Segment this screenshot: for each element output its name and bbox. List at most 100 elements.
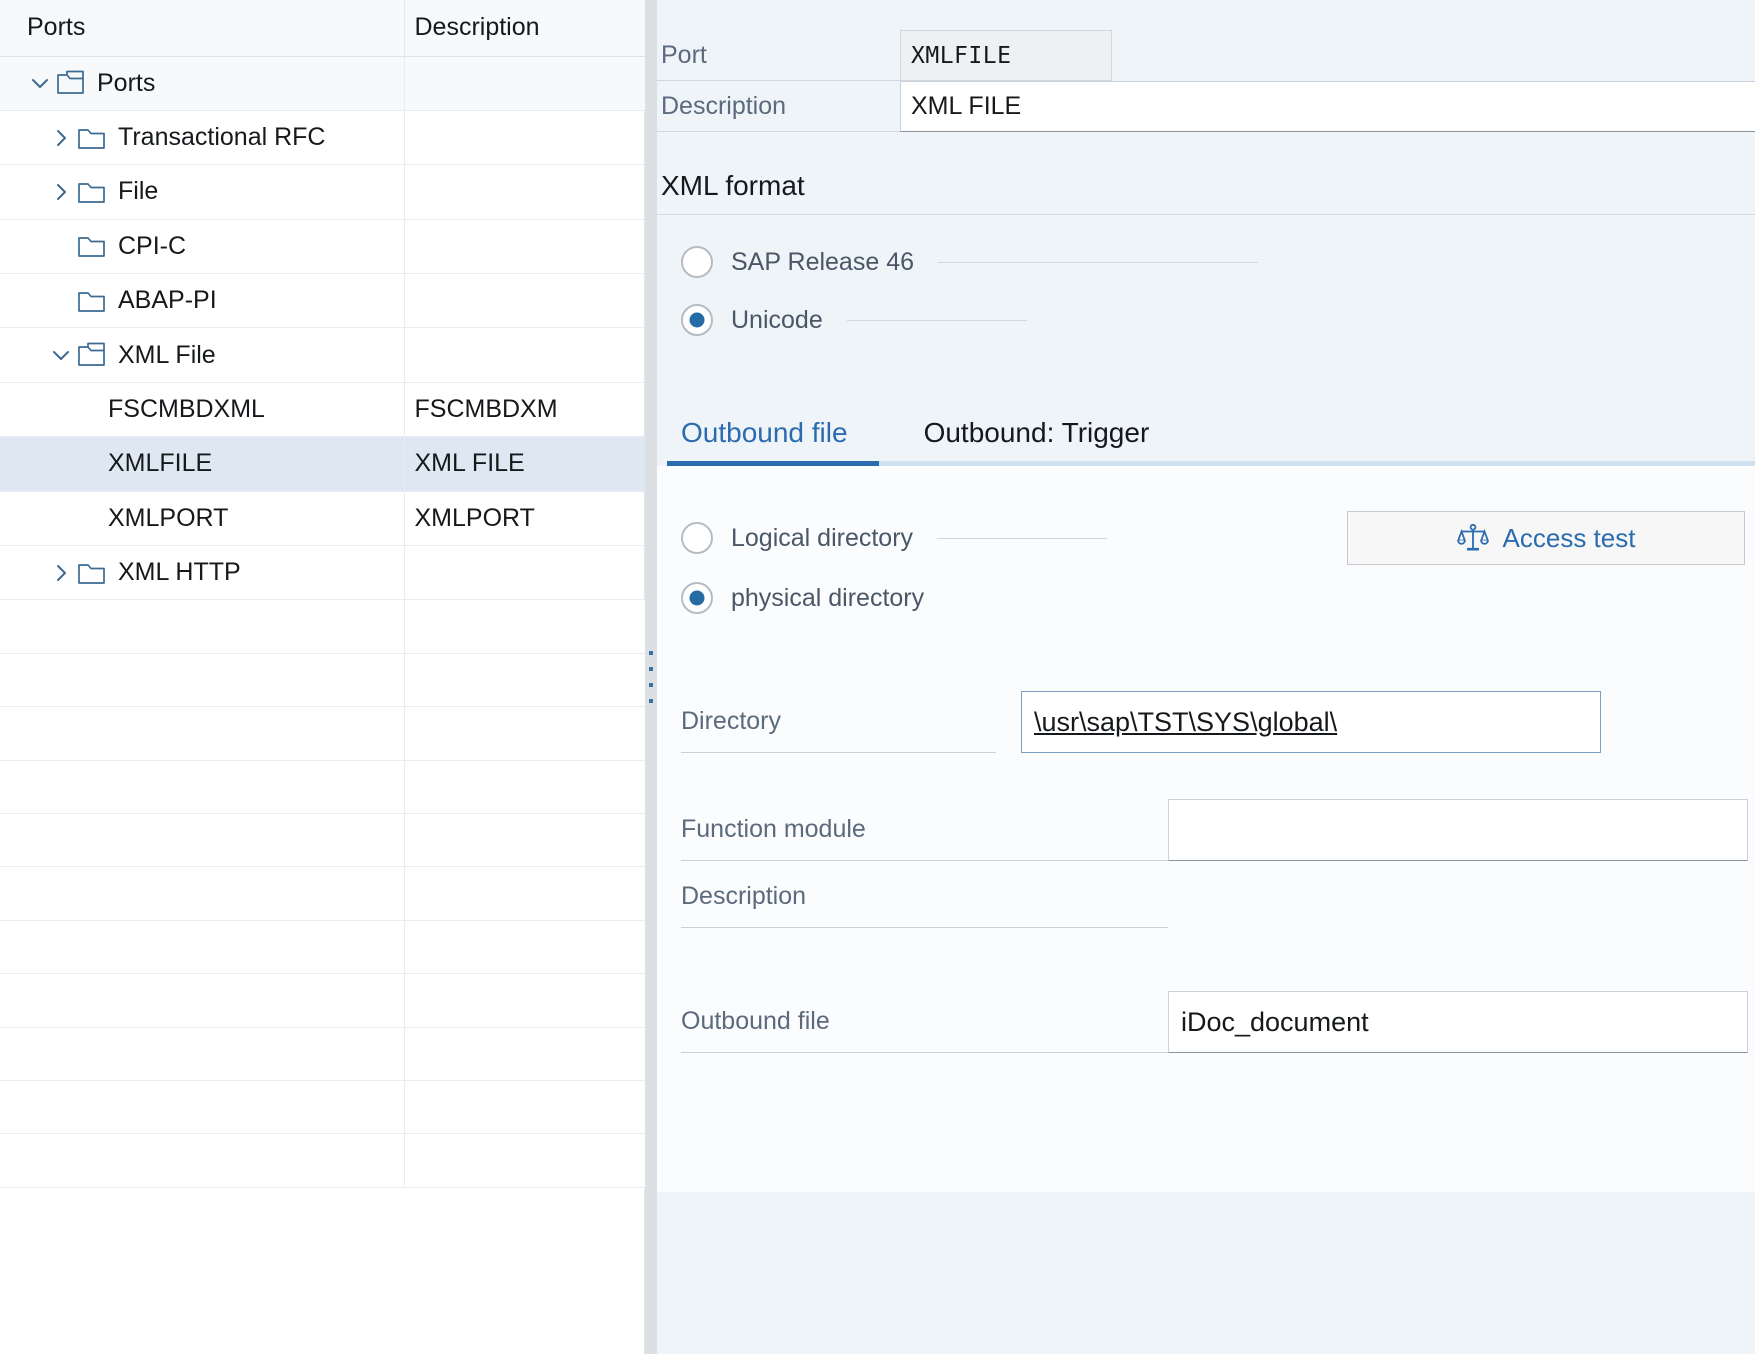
tree-empty-row [0,813,645,868]
tree-node-description: FSCMBDXM [414,395,558,424]
function-module-input[interactable] [1168,799,1748,861]
tree-empty-cell [0,653,405,708]
port-label: Port [657,30,900,81]
tree-empty-cell [404,760,645,814]
tree-node-label: File [118,177,159,206]
tree-empty-row [0,760,645,814]
radio-icon-physical-directory[interactable] [681,582,713,614]
tree-row-name-cell[interactable]: ABAP-PI [0,273,405,329]
tree-row[interactable]: File [0,164,645,220]
description-label: Description [657,81,900,132]
tree-row-description-cell[interactable]: XMLPORT [404,491,645,547]
tree-empty-cell [0,760,405,814]
function-description-label: Description [681,866,1168,928]
folder-open-icon [76,341,110,369]
port-field-row: Port XMLFILE [657,30,1755,81]
radio-icon-logical-directory[interactable] [681,522,713,554]
tree-empty-row [0,973,645,1028]
tree-row[interactable]: Ports [0,56,645,111]
outbound-file-field-row: Outbound file iDoc_document [657,986,1755,1058]
radio-sap-release-46[interactable]: SAP Release 46 [657,233,1755,291]
tree-row[interactable]: XML HTTP [0,545,645,601]
tab-outbound-file[interactable]: Outbound file [667,411,868,461]
tree-row-name-cell[interactable]: CPI-C [0,219,405,275]
tree-empty-cell [0,1027,405,1081]
outbound-file-label: Outbound file [681,991,1168,1053]
focus-corner-icon [1022,692,1031,701]
tree-row-description-cell[interactable] [404,164,645,220]
directory-label: Directory [681,691,996,753]
tree-empty-cell [404,866,645,921]
tree-row[interactable]: XMLFILE XML FILE [0,436,645,492]
chevron-down-icon[interactable] [27,70,53,96]
radio-label-logical-directory: Logical directory [731,523,914,552]
access-test-button[interactable]: Access test [1347,511,1745,565]
chevron-right-icon[interactable] [48,125,74,151]
field-underline [938,261,1258,263]
tree-empty-cell [404,1133,645,1188]
tree-row-name-cell[interactable]: XMLPORT [0,491,405,547]
tree-empty-cell [404,1027,645,1081]
radio-label-physical-directory: physical directory [731,583,925,612]
tree-row-name-cell[interactable]: FSCMBDXML [0,382,405,438]
tree-row-name-cell[interactable]: Ports [0,56,405,111]
tree-row[interactable]: XMLPORT XMLPORT [0,491,645,547]
tree-row-description-cell[interactable] [404,110,645,166]
logical-directory-row: Logical directory Access test [657,508,1755,568]
tree-node-description: XML FILE [414,449,525,478]
tree-node-description: XMLPORT [414,503,535,532]
tree-node-label: Ports [97,68,156,97]
port-input[interactable]: XMLFILE [900,30,1112,81]
tree-row-description-cell[interactable]: FSCMBDXM [404,382,645,438]
tree-empty-cell [0,599,405,654]
chevron-down-icon[interactable] [48,342,74,368]
column-header-ports[interactable]: Ports [0,0,405,57]
xml-format-group: SAP Release 46 Unicode [657,214,1755,363]
tab-outbound-trigger[interactable]: Outbound: Trigger [868,411,1170,461]
tree-row-name-cell[interactable]: XML HTTP [0,545,405,601]
tree-row[interactable]: FSCMBDXML FSCMBDXM [0,382,645,438]
tree-row-description-cell[interactable]: XML FILE [404,436,645,492]
tree-empty-cell [0,1080,405,1135]
tree-empty-row [0,706,645,761]
radio-unicode[interactable]: Unicode [657,291,1755,349]
detail-tabbar: Outbound file Outbound: Trigger [657,411,1755,461]
function-description-input[interactable] [1168,866,1748,928]
tree-row[interactable]: Transactional RFC [0,110,645,166]
tree-node-label: ABAP-PI [118,286,217,315]
radio-icon-sap-release-46[interactable] [681,246,713,278]
tree-row-name-cell[interactable]: XMLFILE [0,436,405,492]
tree-row-name-cell[interactable]: Transactional RFC [0,110,405,166]
function-description-field-row: Description [657,866,1755,928]
column-header-description[interactable]: Description [404,0,645,57]
radio-icon-unicode[interactable] [681,304,713,336]
tree-empty-row [0,920,645,975]
tree-row-description-cell[interactable] [404,327,645,383]
tree-row[interactable]: CPI-C [0,219,645,275]
tree-row[interactable]: XML File [0,327,645,383]
tree-node-label: XML HTTP [118,558,241,587]
tree-row-description-cell[interactable] [404,273,645,329]
chevron-right-icon[interactable] [48,560,74,586]
tree-row-description-cell[interactable] [404,56,645,111]
chevron-right-icon[interactable] [48,179,74,205]
splitter-grip-icon[interactable] [649,651,653,703]
tree-row-description-cell[interactable] [404,219,645,275]
tree-empty-row [0,653,645,708]
tree-row-description-cell[interactable] [404,545,645,601]
directory-input[interactable]: \usr\sap\TST\SYS\global\ [1021,691,1601,753]
description-input[interactable]: XML FILE [900,81,1755,132]
field-underline [937,537,1108,539]
tree-row[interactable]: ABAP-PI [0,273,645,329]
panel-splitter[interactable] [645,0,657,1354]
outbound-file-input[interactable]: iDoc_document [1168,991,1748,1053]
tree-row-name-cell[interactable]: XML File [0,327,405,383]
description-value: XML FILE [911,92,1022,120]
tree-node-label: Transactional RFC [118,123,326,152]
tree-node-label: XMLPORT [108,503,229,532]
tree-empty-cell [0,973,405,1028]
tree-empty-cell [0,1133,405,1188]
tree-row-name-cell[interactable]: File [0,164,405,220]
radio-label-unicode: Unicode [731,305,823,334]
folder-closed-icon [76,559,110,587]
